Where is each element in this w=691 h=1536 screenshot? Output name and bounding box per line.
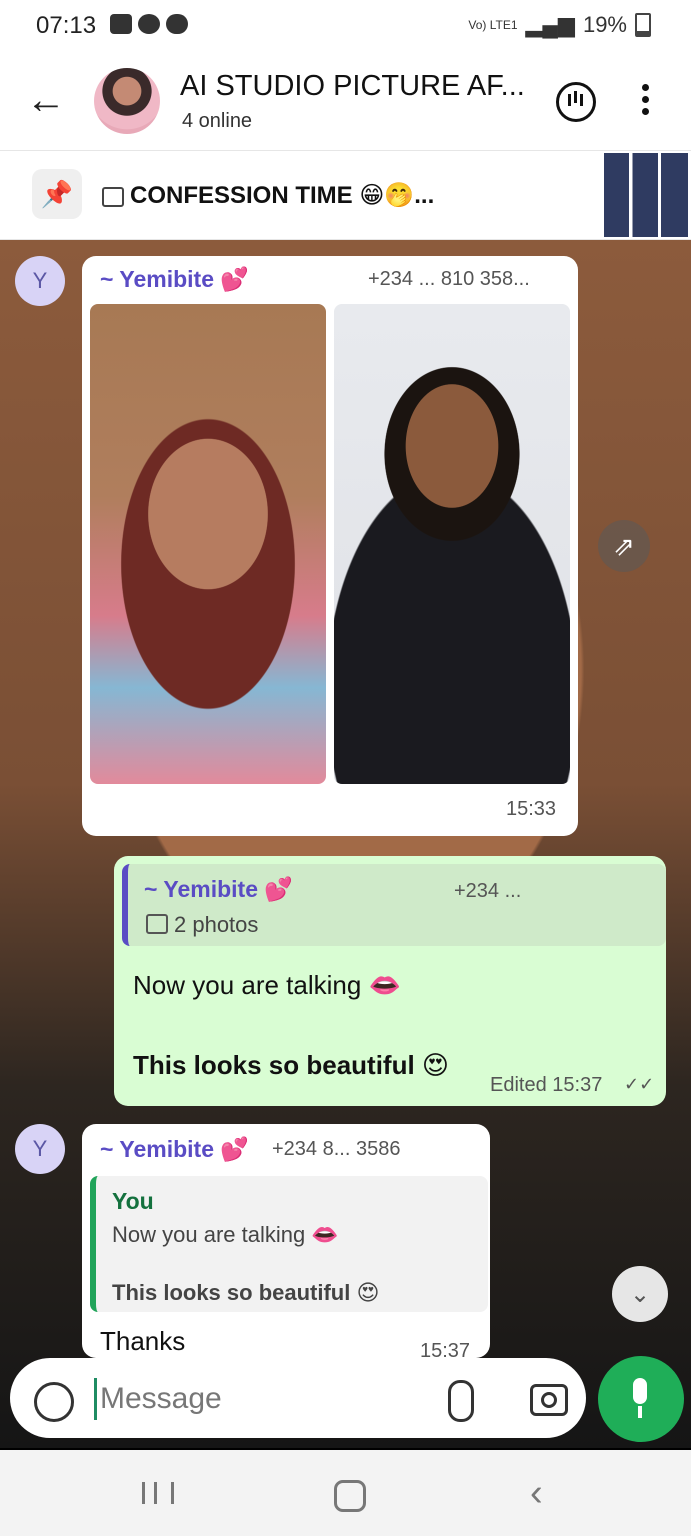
sender-phone: +234 8... 3586 xyxy=(272,1138,401,1160)
gallery-icon xyxy=(110,14,132,34)
network-indicator: Vo) LTE1 xyxy=(468,18,518,32)
quoted-photos-label: 2 photos xyxy=(174,912,259,937)
back-arrow-icon[interactable]: ← xyxy=(26,80,66,120)
quoted-text-line-1: Now you are talking 👄 xyxy=(112,1222,339,1247)
chat-title[interactable]: AI STUDIO PICTURE AF... xyxy=(180,70,540,103)
status-notification-icons xyxy=(110,14,188,34)
attach-icon[interactable] xyxy=(448,1380,474,1422)
status-bar: 07:13 Vo) LTE1 ▂▄▆ 19% xyxy=(0,0,691,54)
message-text-line-1: Now you are talking 👄 xyxy=(133,970,401,1000)
group-avatar[interactable] xyxy=(94,68,160,134)
battery-icon xyxy=(635,13,651,37)
forward-icon[interactable]: ⇗ xyxy=(598,520,650,572)
sender-phone: +234 ... 810 358... xyxy=(368,268,530,290)
home-icon[interactable] xyxy=(334,1480,366,1512)
message-status: Edited 15:37 xyxy=(490,1074,603,1096)
sticker-icon[interactable] xyxy=(34,1382,74,1422)
message-text: Thanks xyxy=(100,1326,186,1356)
sender-avatar[interactable]: Y xyxy=(15,256,65,306)
status-time: 07:13 xyxy=(36,12,97,39)
message-time: 15:33 xyxy=(506,798,557,820)
image-icon xyxy=(146,914,168,934)
scroll-down-icon[interactable]: ⌄ xyxy=(612,1266,668,1322)
chat-header: ← AI STUDIO PICTURE AF... 4 online xyxy=(0,54,691,151)
voice-chat-icon[interactable] xyxy=(556,82,596,122)
image-icon xyxy=(102,187,124,207)
camera-icon[interactable] xyxy=(530,1384,568,1416)
battery-level: 19% xyxy=(582,12,627,37)
recent-apps-icon[interactable] xyxy=(142,1482,174,1504)
status-right: Vo) LTE1 ▂▄▆ 19% xyxy=(468,12,651,38)
chat-subtitle: 4 online xyxy=(182,110,253,132)
quoted-phone: +234 ... xyxy=(454,880,522,902)
photo-selfie[interactable] xyxy=(90,304,326,784)
sender-name[interactable]: ~ Yemibite 💕 xyxy=(100,266,249,293)
quoted-sender: You xyxy=(112,1188,154,1214)
message-text-line-2: This looks so beautiful 😍 xyxy=(133,1050,450,1080)
text-caret xyxy=(94,1378,97,1420)
cloud-icon xyxy=(166,14,188,34)
sender-avatar[interactable]: Y xyxy=(15,1124,65,1174)
mic-icon[interactable] xyxy=(598,1356,684,1442)
signal-icon: ▂▄▆ xyxy=(525,12,575,37)
pin-icon[interactable]: 📌 xyxy=(32,169,82,219)
quoted-sender: ~ Yemibite 💕 xyxy=(144,876,294,902)
pinned-thumbnail[interactable] xyxy=(604,153,688,237)
sender-name[interactable]: ~ Yemibite 💕 xyxy=(100,1136,249,1163)
message-input[interactable]: Message xyxy=(100,1382,222,1416)
pinned-text: CONFESSION TIME 😁🤭... xyxy=(130,182,435,209)
double-check-icon: ✓✓ xyxy=(624,1074,655,1094)
pinned-message-bar[interactable]: 📌 CONFESSION TIME 😁🤭... xyxy=(0,151,691,240)
system-nav-bar: ‹ xyxy=(0,1450,691,1536)
whatsapp-icon xyxy=(138,14,160,34)
kebab-menu-icon[interactable] xyxy=(642,84,650,120)
quoted-text-line-2: This looks so beautiful 😍 xyxy=(112,1280,380,1305)
photo-portrait[interactable] xyxy=(334,304,570,784)
nav-back-icon[interactable]: ‹ xyxy=(530,1474,543,1512)
